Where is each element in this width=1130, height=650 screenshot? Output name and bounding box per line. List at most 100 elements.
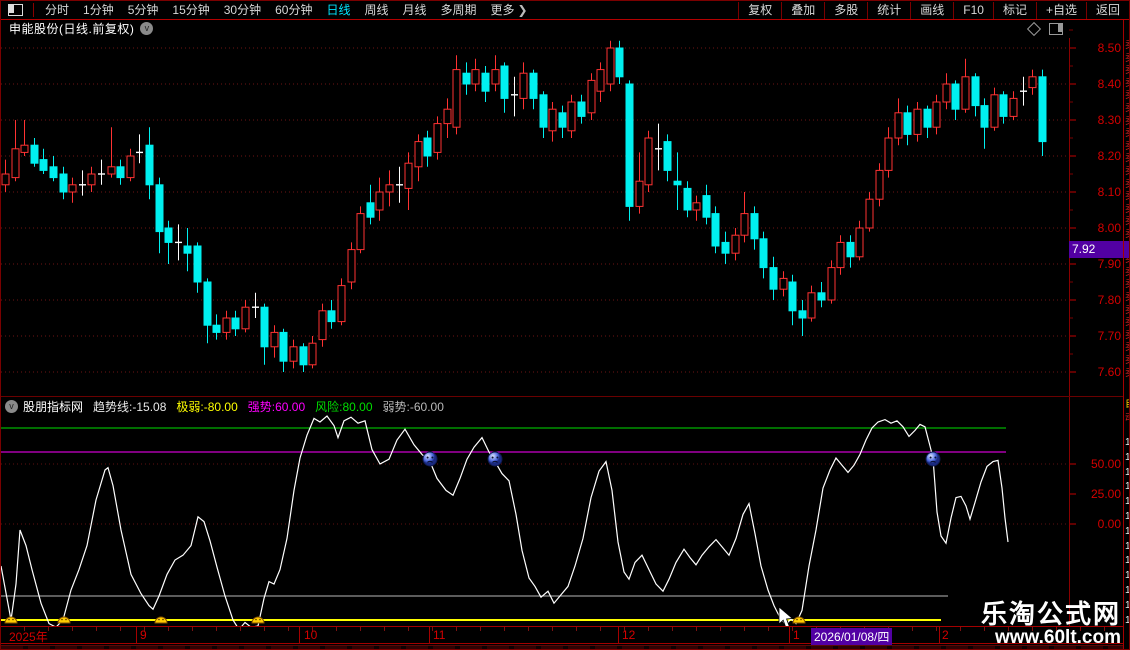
clipped-digit: 1 (1125, 452, 1129, 463)
toolbar-item-叠加[interactable]: 叠加 (781, 1, 824, 19)
candle-up-body (1009, 97, 1018, 117)
price-axis-label: 7.70 (1097, 329, 1121, 343)
candle-down-body (116, 166, 125, 179)
candle-down-body (750, 213, 759, 240)
clipped-char: 卖 (1125, 343, 1129, 353)
candle-down-body (155, 184, 164, 233)
candle-up-body (731, 234, 740, 254)
trend-line (1, 415, 1009, 631)
indicator-params: 趋势线:-15.08 极弱:-80.00 强势:60.00 风险:80.00 弱势:-6… (93, 398, 454, 415)
candle-down-body (759, 238, 768, 269)
clipped-char: 卖 (1125, 179, 1129, 190)
clipped-char: 卖 (1125, 129, 1129, 139)
indicator-dropdown-icon[interactable]: v (5, 400, 18, 413)
toolbar-item-统计[interactable]: 统计 (867, 1, 910, 19)
toolbar-item-周线[interactable]: 周线 (357, 2, 395, 19)
window-layout-icon[interactable] (8, 4, 23, 16)
candle-up-body (471, 69, 480, 85)
toolbar-item-15分钟[interactable]: 15分钟 (165, 2, 216, 19)
toolbar-item-+自选[interactable]: +自选 (1035, 1, 1086, 19)
toolbar-item-更多[interactable]: 更多 (484, 2, 522, 19)
month-divider (939, 627, 940, 643)
clipped-char: 卖 (1125, 280, 1129, 290)
sad-face-marker (925, 451, 941, 467)
price-axis-label: 8.00 (1097, 221, 1121, 235)
candle-up-body (87, 173, 96, 186)
candle-down-body (817, 292, 826, 301)
month-divider (136, 627, 137, 643)
indicator-param-极弱: 极弱:-80.00 (176, 400, 238, 414)
clipped-char: 卖 (1125, 66, 1129, 76)
toolbar-item-返回[interactable]: 返回 (1085, 1, 1129, 19)
split-window-icon[interactable] (1049, 22, 1063, 35)
candle-down-body (980, 105, 989, 128)
toolbar-item-多股[interactable]: 多股 (824, 1, 867, 19)
clipped-digit: 1 (1125, 556, 1129, 566)
toolbar-item-复权[interactable]: 复权 (738, 1, 781, 19)
toolbar-item-多周期[interactable]: 多周期 (434, 2, 484, 19)
candle-down-body (462, 72, 471, 85)
candle-up-body (241, 306, 250, 330)
top-toolbar: 分时 1分钟 5分钟 15分钟 30分钟 60分钟 日线 周线 月线 多周期 更多 ❯ 复权 叠加 多股… (1, 1, 1129, 20)
toolbar-item-60分钟[interactable]: 60分钟 (268, 2, 319, 19)
chart-title-row: 申能股份(日线.前复权) v (1, 19, 1123, 38)
clipped-char: 卖 (1125, 318, 1129, 328)
clipped-char: 卖 (1125, 305, 1129, 316)
price-axis-label: 7.60 (1097, 365, 1121, 379)
candle-up-body (433, 123, 442, 153)
candle-down-body (203, 281, 212, 326)
date-label: 12 (622, 628, 636, 642)
title-dropdown-icon[interactable]: v (140, 22, 154, 35)
candle-up-body (875, 169, 884, 200)
date-axis[interactable]: 2025年 9 10 11 12 1 2026/01/08/四 2 (1, 626, 1123, 645)
watermark-site-url: www.60lt.com (995, 627, 1121, 648)
toolbar-item-画线[interactable]: 画线 (910, 1, 953, 19)
watermark: 乐淘公式网 www.60lt.com (981, 601, 1121, 648)
toolbar-item-1分钟[interactable]: 1分钟 (76, 2, 121, 19)
toolbar-item-5分钟[interactable]: 5分钟 (121, 2, 166, 19)
candle-down-body (39, 159, 48, 171)
diamond-icon[interactable] (1026, 21, 1042, 36)
pane-divider[interactable] (1, 396, 1123, 397)
indicator-source[interactable]: 股朋指标网 (23, 398, 83, 415)
candle-up-body (779, 277, 788, 290)
candle-down-body (183, 245, 192, 254)
price-axis-label: 8.30 (1097, 113, 1121, 127)
candle-down-body (299, 346, 308, 366)
chart-canvas[interactable] (1, 1, 1130, 650)
clipped-price-tag (1124, 240, 1129, 258)
clipped-digit: 1 (1125, 541, 1129, 552)
toolbar-item-30分钟[interactable]: 30分钟 (217, 2, 268, 19)
candle-up-body (519, 72, 528, 99)
candle-down-body (500, 65, 509, 99)
toolbar-item-F10[interactable]: F10 (953, 1, 993, 19)
price-axis-label: 7.90 (1097, 257, 1121, 271)
candle-up-body (404, 162, 413, 189)
price-axis-label: 8.20 (1097, 149, 1121, 163)
clipped-char: 卖 (1125, 154, 1129, 164)
candle-up-body (337, 285, 346, 323)
axis-divider (1069, 38, 1070, 644)
toolbar-separator (33, 3, 34, 17)
candle-down-body (903, 112, 912, 135)
toolbar-item-标记[interactable]: 标记 (992, 1, 1036, 19)
sad-face-marker (487, 451, 503, 467)
candle-up-body (1028, 76, 1037, 89)
toolbar-item-月线[interactable]: 月线 (396, 2, 434, 19)
toolbar-item-分时[interactable]: 分时 (38, 2, 76, 19)
date-label: 2 (942, 628, 949, 642)
more-arrow-icon[interactable]: ❯ (518, 3, 534, 17)
candle-up-body (567, 101, 576, 132)
candle-down-body (212, 324, 221, 333)
candle-down-body (999, 94, 1008, 117)
candle-down-body (673, 180, 682, 186)
date-label: 9 (140, 628, 147, 642)
candle-down-body (231, 317, 240, 330)
trading-app-window: 分时 1分钟 5分钟 15分钟 30分钟 60分钟 日线 周线 月线 多周期 更多 ❯ 复权 叠加 多股… (0, 0, 1130, 650)
candle-up-body (884, 137, 893, 171)
clipped-digit: 1 (1125, 586, 1129, 596)
toolbar-item-日线[interactable]: 日线 (319, 2, 357, 19)
candle-up-body (644, 137, 653, 186)
clipped-char: 卖 (1125, 91, 1129, 101)
candle-down-body (260, 306, 269, 348)
